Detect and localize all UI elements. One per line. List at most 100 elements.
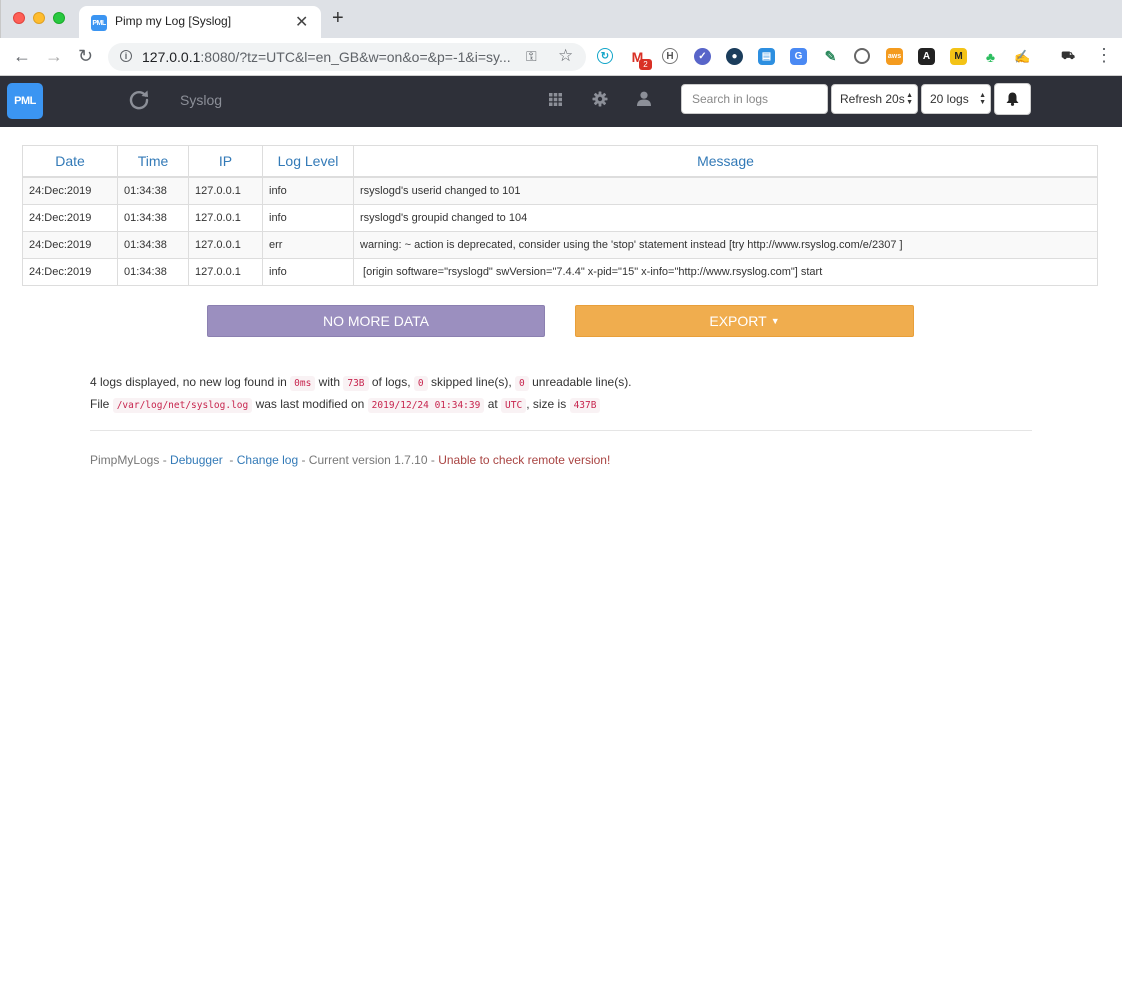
- skipped-count: 0: [413, 376, 428, 391]
- cell-time: 01:34:38: [117, 258, 189, 286]
- no-more-data-button[interactable]: NO MORE DATA: [207, 305, 545, 337]
- footer: PimpMyLogs - Debugger - Change log - Cur…: [90, 453, 611, 467]
- cell-time: 01:34:38: [117, 176, 189, 205]
- key-icon[interactable]: ⚿: [526, 48, 537, 65]
- cell-log-level: info: [262, 258, 354, 286]
- bytes-read: 73B: [343, 376, 369, 391]
- new-tab-icon[interactable]: +: [332, 8, 344, 28]
- cell-date: 24:Dec:2019: [22, 231, 118, 259]
- google-translate-icon[interactable]: G: [790, 48, 807, 65]
- forward-icon[interactable]: →: [45, 46, 63, 66]
- grid-icon[interactable]: [549, 93, 562, 106]
- logs-count-label: 20 logs: [930, 92, 969, 106]
- url-text[interactable]: 127.0.0.1:8080/?tz=UTC&l=en_GB&w=on&o=&p…: [142, 49, 522, 65]
- file-size: 437B: [569, 398, 601, 413]
- logs-count-select[interactable]: 20 logs ▲ ▼: [921, 84, 991, 114]
- cell-time: 01:34:38: [117, 204, 189, 232]
- refresh-select-label: Refresh 20s: [840, 92, 905, 106]
- window-maximize-button[interactable]: [53, 12, 65, 24]
- user-icon[interactable]: [637, 91, 651, 106]
- reload-icon[interactable]: ↻: [78, 46, 93, 66]
- unreadable-count: 0: [515, 376, 529, 391]
- debugger-link[interactable]: Debugger: [170, 453, 223, 467]
- column-header-message[interactable]: Message: [353, 145, 1098, 178]
- search-input[interactable]: [681, 84, 828, 114]
- tab-title: Pimp my Log [Syslog]: [115, 14, 232, 28]
- refresh-icon[interactable]: [128, 88, 150, 110]
- export-label: EXPORT: [709, 313, 767, 329]
- extension-truck-icon[interactable]: ⛟: [1058, 48, 1078, 65]
- table-row[interactable]: 24:Dec:2019 01:34:38 127.0.0.1 err warni…: [22, 231, 1098, 259]
- remote-version-warning: Unable to check remote version!: [438, 453, 611, 467]
- modified-date: 2019/12/24 01:34:39: [367, 398, 485, 413]
- select-arrows-icon: ▲ ▼: [906, 92, 913, 106]
- menu-icon[interactable]: ⋮: [1095, 45, 1113, 66]
- cell-date: 24:Dec:2019: [22, 176, 118, 205]
- parse-time: 0ms: [290, 376, 316, 391]
- cell-message: [origin software="rsyslogd" swVersion="7…: [353, 258, 1098, 286]
- bell-icon: [1006, 92, 1019, 106]
- table-row[interactable]: 24:Dec:2019 01:34:38 127.0.0.1 info [ori…: [22, 258, 1098, 286]
- info-line-2: File /var/log/net/syslog.log was last mo…: [90, 394, 632, 416]
- cell-log-level: err: [262, 231, 354, 259]
- footer-brand: PimpMyLogs: [90, 453, 160, 467]
- table-row[interactable]: 24:Dec:2019 01:34:38 127.0.0.1 info rsys…: [22, 204, 1098, 232]
- cell-date: 24:Dec:2019: [22, 258, 118, 286]
- extension-a-icon[interactable]: A: [918, 48, 935, 65]
- info-line-1: 4 logs displayed, no new log found in 0m…: [90, 375, 632, 391]
- column-header-date[interactable]: Date: [22, 145, 118, 178]
- divider: [90, 430, 1032, 431]
- aws-extension-icon[interactable]: aws: [886, 48, 903, 65]
- cell-ip: 127.0.0.1: [188, 176, 263, 205]
- info-icon[interactable]: i: [120, 50, 132, 62]
- changelog-link[interactable]: Change log: [237, 453, 298, 467]
- table-header-row: Date Time IP Log Level Message: [22, 145, 1098, 178]
- caret-down-icon: ▼: [770, 316, 780, 326]
- column-header-ip[interactable]: IP: [188, 145, 263, 178]
- pml-logo[interactable]: PML: [7, 83, 43, 119]
- select-arrows-icon: ▲ ▼: [979, 92, 986, 106]
- extension-pen-icon[interactable]: ✍: [1014, 48, 1031, 65]
- extension-doc-icon[interactable]: ▤: [758, 48, 775, 65]
- refresh-select[interactable]: Refresh 20s ▲ ▼: [831, 84, 918, 114]
- star-icon[interactable]: ☆: [558, 46, 573, 66]
- cell-time: 01:34:38: [117, 231, 189, 259]
- cell-date: 24:Dec:2019: [22, 204, 118, 232]
- browser-tab[interactable]: PML Pimp my Log [Syslog] ✕: [79, 6, 321, 38]
- favicon-icon: PML: [91, 15, 107, 31]
- log-title[interactable]: Syslog: [180, 92, 222, 108]
- cell-ip: 127.0.0.1: [188, 258, 263, 286]
- cell-ip: 127.0.0.1: [188, 204, 263, 232]
- extension-h-icon[interactable]: H: [662, 48, 678, 64]
- gear-icon[interactable]: [592, 91, 608, 107]
- column-header-log-level[interactable]: Log Level: [262, 145, 354, 178]
- table-row[interactable]: 24:Dec:2019 01:34:38 127.0.0.1 info rsys…: [22, 176, 1098, 205]
- extension-sync-icon[interactable]: ↻: [597, 48, 613, 64]
- file-path: /var/log/net/syslog.log: [112, 398, 253, 413]
- extension-circle-icon[interactable]: [854, 48, 870, 64]
- notification-button[interactable]: [994, 83, 1031, 115]
- log-info: 4 logs displayed, no new log found in 0m…: [90, 372, 632, 416]
- extension-cookie-icon[interactable]: ●: [726, 48, 743, 65]
- cell-message: rsyslogd's userid changed to 101: [353, 176, 1098, 205]
- log-table: Date Time IP Log Level Message 24:Dec:20…: [22, 145, 1098, 286]
- gmail-badge: 2: [639, 59, 652, 70]
- tab-close-icon[interactable]: ✕: [295, 12, 308, 32]
- app-navbar: PML Syslog Refresh 20s ▲▼ 20 logs ▲▼: [0, 76, 1122, 127]
- cell-message: warning: ~ action is deprecated, conside…: [353, 231, 1098, 259]
- evernote-icon[interactable]: ♣: [982, 48, 999, 65]
- column-header-time[interactable]: Time: [117, 145, 189, 178]
- cell-message: rsyslogd's groupid changed to 104: [353, 204, 1098, 232]
- extension-check-icon[interactable]: ✓: [694, 48, 711, 65]
- extension-tool-icon[interactable]: ✎: [822, 48, 839, 65]
- cell-log-level: info: [262, 176, 354, 205]
- export-button[interactable]: EXPORT ▼: [575, 305, 914, 337]
- timezone: UTC: [501, 398, 527, 413]
- no-more-data-label: NO MORE DATA: [322, 313, 430, 329]
- extension-m-icon[interactable]: M: [950, 48, 967, 65]
- address-bar[interactable]: i 127.0.0.1:8080/?tz=UTC&l=en_GB&w=on&o=…: [108, 43, 586, 71]
- cell-ip: 127.0.0.1: [188, 231, 263, 259]
- back-icon[interactable]: ←: [13, 46, 31, 66]
- window-close-button[interactable]: [13, 12, 25, 24]
- window-minimize-button[interactable]: [33, 12, 45, 24]
